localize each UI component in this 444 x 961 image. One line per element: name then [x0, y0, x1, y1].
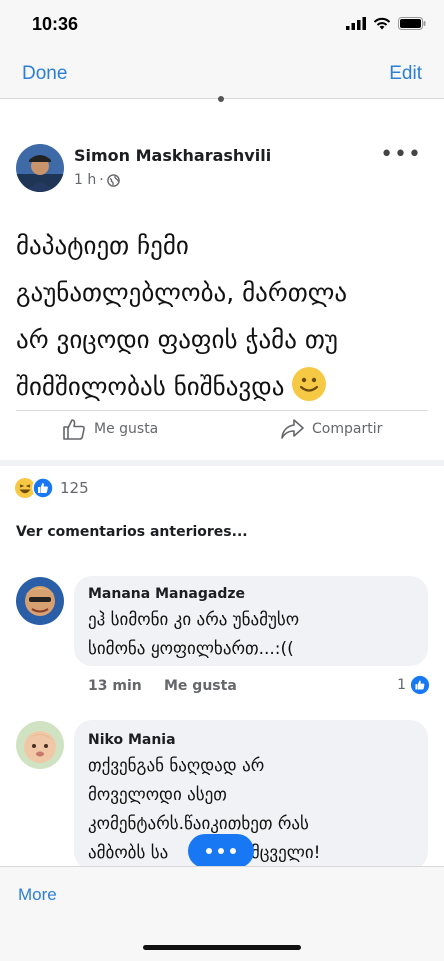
- status-bar: 10:36: [0, 0, 444, 52]
- post-time[interactable]: 1 h: [74, 172, 96, 188]
- typing-dot: [206, 848, 212, 854]
- post-author-name[interactable]: Simon Maskharashvili: [74, 146, 271, 165]
- post-text-line: გაუნათლებლობა, მართლა: [16, 278, 348, 307]
- comment-time: 13 min: [88, 678, 142, 694]
- comment-like-button[interactable]: Me gusta: [164, 678, 237, 694]
- comment-text-line: თქვენგან ნაღდად არ: [88, 756, 265, 776]
- comment-text-line: სიმონა ყოფილხართ...:((: [88, 639, 294, 659]
- share-arrow-icon: [281, 419, 304, 439]
- like-button[interactable]: Me gusta: [62, 418, 158, 440]
- share-label: Compartir: [312, 421, 383, 437]
- comment-like-count: 1: [397, 675, 430, 695]
- home-indicator[interactable]: [143, 945, 301, 950]
- commenter-avatar[interactable]: [16, 577, 64, 625]
- more-button[interactable]: More: [18, 885, 57, 905]
- bottom-toolbar: More: [0, 866, 444, 961]
- smile-emoji-icon: [292, 367, 327, 401]
- meta-separator: ·: [99, 172, 104, 188]
- post-divider-top: [16, 410, 428, 411]
- comment-text-fragment: ამბობს სა: [88, 843, 169, 863]
- post-header: Simon Maskharashvili 1 h · •••: [0, 132, 444, 202]
- commenter-avatar[interactable]: [16, 721, 64, 769]
- commenter-name[interactable]: Manana Managadze: [88, 586, 245, 602]
- post-text-line: მაპატიეთ ჩემი: [16, 231, 189, 260]
- reaction-count: 125: [60, 479, 89, 497]
- done-button[interactable]: Done: [22, 63, 67, 85]
- share-button[interactable]: Compartir: [280, 418, 382, 440]
- post-options-button[interactable]: •••: [380, 142, 422, 167]
- battery-icon: [398, 17, 426, 30]
- wifi-icon: [373, 17, 391, 30]
- post-text-line: არ ვიცოდი ფაფის ჭამა თუ: [16, 325, 338, 354]
- post-meta: 1 h ·: [74, 172, 120, 188]
- comment-text: ეჰ სიმონი კი არა უნამუსო სიმონა ყოფილხარ…: [88, 606, 299, 664]
- globe-icon: [106, 173, 120, 187]
- comment-text-line: მოველოდი ასეთ: [88, 785, 227, 805]
- post-text: მაპატიეთ ჩემი გაუნათლებლობა, მართლა არ ვ…: [16, 222, 428, 410]
- like-reaction-icon: [410, 675, 430, 695]
- like-reaction-icon: [32, 477, 54, 499]
- comment-bubble[interactable]: Manana Managadze ეჰ სიმონი კი არა უნამუს…: [74, 576, 428, 666]
- comment-like-count-value: 1: [397, 677, 406, 693]
- reactions-summary[interactable]: 125: [14, 477, 89, 499]
- edit-button[interactable]: Edit: [389, 63, 422, 85]
- typing-indicator: [188, 834, 254, 868]
- scroll-indicator: [218, 96, 224, 102]
- signal-icon: [346, 17, 366, 30]
- commenter-name[interactable]: Niko Mania: [88, 732, 176, 748]
- nav-bar: Done Edit: [0, 52, 444, 99]
- comment-text-line: ეჰ სიმონი კი არა უნამუსო: [88, 610, 300, 630]
- section-gap: [0, 460, 444, 466]
- status-time: 10:36: [32, 14, 79, 34]
- post-text-last: შიმშილობას ნიშნავდა: [16, 372, 285, 401]
- post-text-line: შიმშილობას ნიშნავდა: [16, 363, 428, 410]
- author-avatar[interactable]: [16, 144, 64, 192]
- thumbs-up-icon: [63, 419, 85, 440]
- like-label: Me gusta: [94, 421, 159, 437]
- view-previous-comments-link[interactable]: Ver comentarios anteriores...: [16, 524, 248, 540]
- status-icons: [346, 17, 426, 30]
- typing-dot: [230, 848, 236, 854]
- typing-dot: [218, 848, 224, 854]
